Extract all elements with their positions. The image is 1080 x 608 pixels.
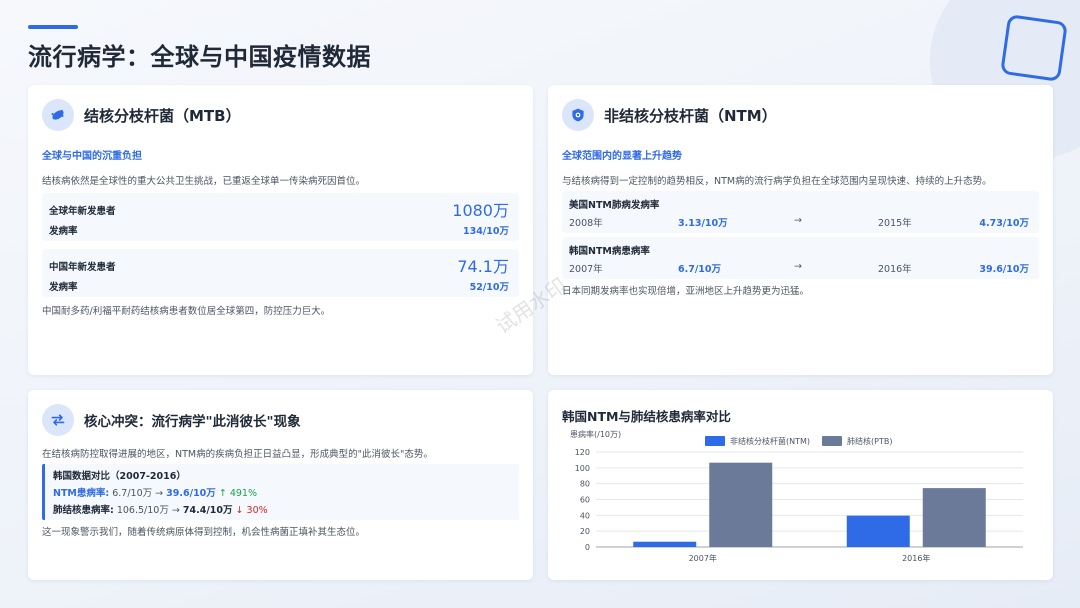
arrow-up-icon: ↑ — [218, 488, 227, 499]
swap-arrows-icon — [42, 404, 74, 436]
trend-value-end: 39.6/10万 — [979, 264, 1029, 275]
y-tick-label: 60 — [580, 496, 590, 505]
x-tick-label: 2016年 — [902, 553, 930, 563]
ptb-change: 30% — [246, 505, 268, 516]
conflict-title: 核心冲突：流行病学"此消彼长"现象 — [84, 414, 301, 430]
trend-year-start: 2007年 — [569, 264, 603, 275]
ntm-change: 491% — [229, 488, 257, 499]
y-tick-label: 20 — [580, 527, 590, 536]
legend-label: 非结核分枝杆菌(NTM) — [730, 436, 810, 446]
bar — [633, 541, 697, 547]
bar — [846, 515, 910, 547]
y-axis-label: 患病率(/10万) — [570, 429, 621, 439]
mtb-card: 结核分枝杆菌（MTB） 全球与中国的沉重负担 结核病依然是全球性的重大公共卫生挑… — [28, 85, 533, 375]
bar — [709, 462, 773, 547]
trend-year-end: 2016年 — [878, 264, 912, 275]
trend-value-start: 6.7/10万 — [678, 264, 722, 275]
mtb-note: 中国耐多药/利福平耐药结核病患者数位居全球第四，防控压力巨大。 — [42, 306, 331, 317]
korea-compare-box: 韩国数据对比（2007-2016） NTM患病率: 6.7/10万 → 39.6… — [42, 464, 519, 520]
legend-label: 肺结核(PTB) — [847, 436, 892, 446]
mtb-subtitle: 全球与中国的沉重负担 — [42, 151, 142, 162]
ntm-subtitle: 全球范围内的显著上升趋势 — [562, 151, 682, 162]
ntm-compare-line: NTM患病率: 6.7/10万 → 39.6/10万 ↑ 491% — [53, 485, 257, 499]
china-rate: 52/10万 — [469, 282, 509, 293]
trend-year-end: 2015年 — [878, 218, 912, 229]
conflict-note: 这一现象警示我们，随着传统病原体得到控制，机会性病菌正填补其生态位。 — [42, 527, 366, 538]
trend-title: 韩国NTM病患病率 — [569, 246, 650, 257]
page-title: 流行病学：全球与中国疫情数据 — [28, 43, 371, 71]
decorative-square — [1000, 14, 1068, 82]
ptb-to: 74.4/10万 — [182, 505, 233, 516]
arrow-right-icon: → — [171, 505, 180, 516]
y-tick-label: 100 — [575, 464, 590, 473]
ntm-trend-row: 韩国NTM病患病率 2007年 6.7/10万 → 2016年 39.6/10万 — [562, 237, 1039, 279]
y-tick-label: 120 — [575, 448, 590, 457]
y-tick-label: 40 — [580, 511, 590, 520]
ntm-title: 非结核分枝杆菌（NTM） — [604, 106, 777, 125]
arrow-right-icon: → — [794, 261, 802, 272]
y-tick-label: 0 — [585, 543, 590, 552]
shield-icon — [562, 99, 594, 131]
china-value: 74.1万 — [457, 257, 509, 276]
global-rate: 134/10万 — [462, 226, 509, 237]
x-tick-label: 2007年 — [689, 553, 717, 563]
conflict-card: 核心冲突：流行病学"此消彼长"现象 在结核病防控取得进展的地区，NTM病的疾病负… — [28, 390, 533, 580]
arrow-right-icon: → — [794, 215, 802, 226]
compare-title: 韩国数据对比（2007-2016） — [53, 471, 186, 482]
conflict-intro: 在结核病防控取得进展的地区，NTM病的疾病负担正日益凸显，形成典型的"此消彼长"… — [42, 449, 433, 460]
bar-chart: 患病率(/10万) 0 20 40 60 80 100 120 非结核分枝杆菌(NTM) 肺结核(… — [570, 429, 1023, 563]
legend-swatch — [822, 436, 842, 446]
global-rate-label: 发病率 — [49, 226, 78, 237]
ntm-card: 非结核分枝杆菌（NTM） 全球范围内的显著上升趋势 与结核病得到一定控制的趋势相… — [548, 85, 1053, 375]
global-stat-box: 全球年新发患者 1080万 发病率 134/10万 — [42, 193, 519, 241]
trend-title: 美国NTM肺病发病率 — [569, 200, 660, 211]
global-value: 1080万 — [452, 201, 509, 220]
china-label: 中国年新发患者 — [49, 262, 116, 273]
ptb-compare-label: 肺结核患病率: — [53, 505, 114, 516]
title-accent-bar — [28, 25, 78, 29]
mtb-intro: 结核病依然是全球性的重大公共卫生挑战，已重返全球单一传染病死因首位。 — [42, 176, 366, 187]
chart-card: 韩国NTM与肺结核患病率对比 患病率(/10万) 0 20 40 60 80 100 120 非… — [548, 390, 1053, 580]
arrow-right-icon: → — [155, 488, 164, 499]
ntm-trend-row: 美国NTM肺病发病率 2008年 3.13/10万 → 2015年 4.73/1… — [562, 191, 1039, 233]
ntm-compare-label: NTM患病率: — [53, 488, 110, 499]
china-rate-label: 发病率 — [49, 282, 78, 293]
trend-value-end: 4.73/10万 — [979, 218, 1029, 229]
trend-year-start: 2008年 — [569, 218, 603, 229]
ptb-from: 106.5/10万 — [116, 505, 169, 516]
china-stat-box: 中国年新发患者 74.1万 发病率 52/10万 — [42, 249, 519, 297]
trend-value-start: 3.13/10万 — [678, 218, 728, 229]
ntm-to: 39.6/10万 — [166, 488, 216, 499]
legend-swatch — [705, 436, 725, 446]
bar — [922, 488, 986, 547]
bacteria-icon — [42, 99, 74, 131]
arrow-down-icon: ↓ — [235, 505, 244, 516]
ntm-note: 日本同期发病率也实现倍增，亚洲地区上升趋势更为迅猛。 — [562, 286, 810, 297]
global-label: 全球年新发患者 — [49, 206, 116, 217]
mtb-title: 结核分枝杆菌（MTB） — [84, 106, 241, 125]
ntm-from: 6.7/10万 — [112, 488, 153, 499]
ntm-intro: 与结核病得到一定控制的趋势相反，NTM病的流行病学负担在全球范围内呈现快速、持续… — [562, 176, 992, 187]
ptb-compare-line: 肺结核患病率: 106.5/10万 → 74.4/10万 ↓ 30% — [53, 502, 268, 516]
y-tick-label: 80 — [580, 480, 590, 489]
